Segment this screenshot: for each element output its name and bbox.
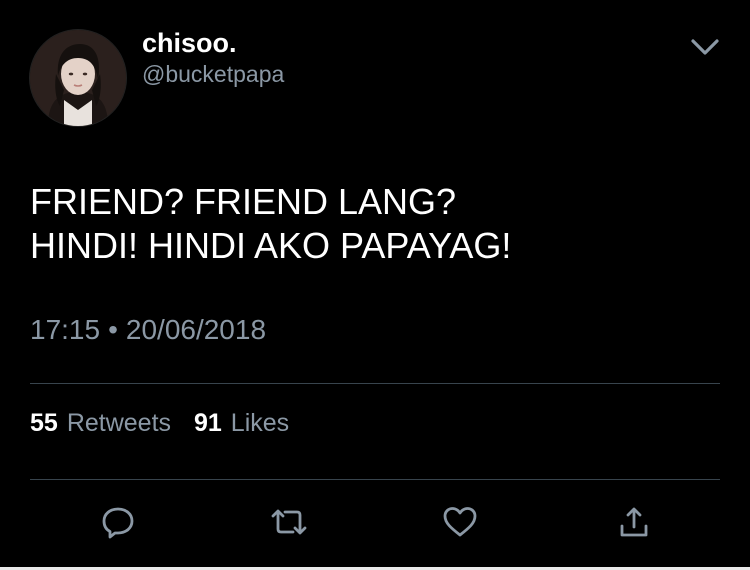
more-options-button[interactable] — [688, 32, 722, 60]
tweet-stats: 55 Retweets 91 Likes — [30, 409, 305, 438]
share-button[interactable] — [612, 500, 656, 544]
display-name[interactable]: chisoo. — [142, 28, 237, 59]
timestamp-separator: • — [108, 314, 118, 345]
tweet-time: 17:15 — [30, 314, 101, 345]
retweet-icon — [271, 509, 307, 535]
retweets-stat[interactable]: 55 Retweets — [30, 409, 171, 437]
likes-count: 91 — [193, 409, 222, 437]
tweet-actions — [0, 500, 750, 548]
retweets-label: Retweets — [66, 409, 172, 437]
heart-icon — [443, 507, 477, 537]
like-button[interactable] — [438, 500, 482, 544]
likes-stat[interactable]: 91 Likes — [194, 409, 289, 437]
chevron-down-icon — [691, 39, 719, 55]
share-icon — [620, 507, 648, 537]
divider — [30, 479, 720, 480]
likes-label: Likes — [230, 409, 290, 437]
tweet-text: FRIEND? FRIEND LANG? HINDI! HINDI AKO PA… — [30, 180, 720, 268]
retweet-button[interactable] — [267, 500, 311, 544]
tweet-text-line: FRIEND? FRIEND LANG? — [30, 181, 457, 222]
avatar-photo — [30, 30, 126, 126]
reply-button[interactable] — [96, 500, 140, 544]
reply-icon — [102, 507, 134, 539]
tweet-date: 20/06/2018 — [125, 314, 267, 345]
retweets-count: 55 — [30, 409, 58, 437]
avatar[interactable] — [30, 30, 126, 126]
user-handle[interactable]: @bucketpapa — [142, 61, 284, 88]
divider — [30, 383, 720, 384]
tweet-timestamp[interactable]: 17:15 • 20/06/2018 — [30, 314, 266, 346]
tweet-text-line: HINDI! HINDI AKO PAPAYAG! — [30, 225, 512, 266]
